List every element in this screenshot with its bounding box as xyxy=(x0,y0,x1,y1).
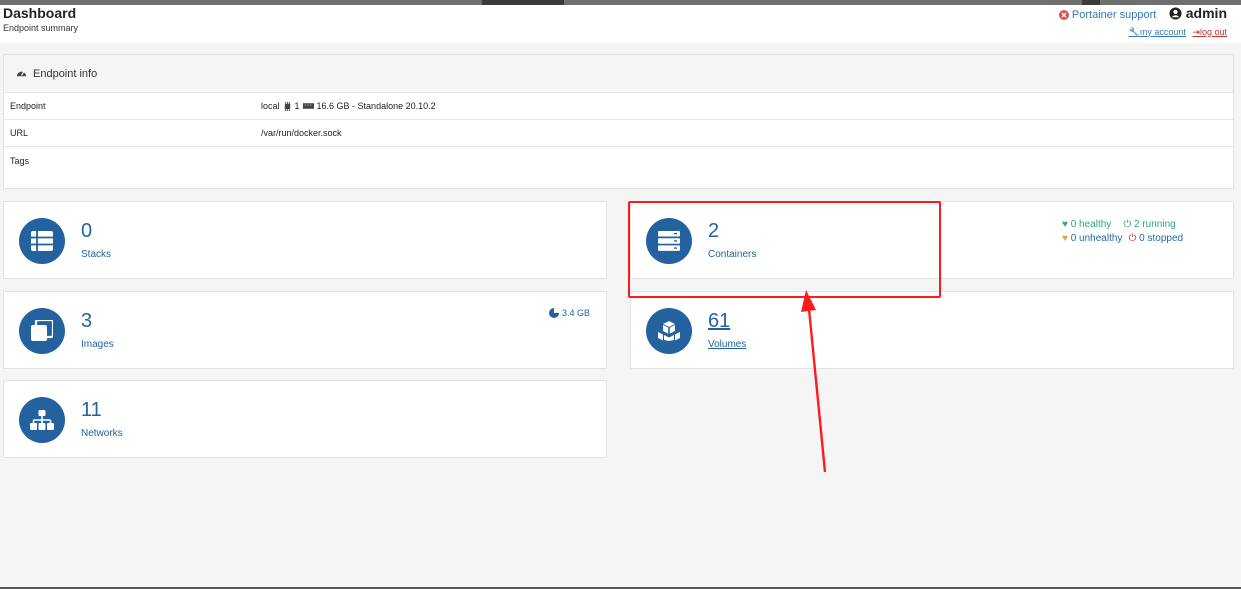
running-label: 2 running xyxy=(1134,219,1176,230)
healthy-status: ♥ 0 healthy xyxy=(1062,218,1111,232)
healthy-label: 0 healthy xyxy=(1070,219,1112,230)
table-row: Tags xyxy=(4,147,1233,174)
stopped-status: ⏻ 0 stopped xyxy=(1128,232,1183,246)
endpoint-info-panel: Endpoint info Endpoint local 1 16.6 GB -… xyxy=(3,54,1234,189)
row-value: local 1 16.6 GB - Standalone 20.10.2 xyxy=(261,101,436,111)
images-size-label: 3.4 GB xyxy=(561,308,590,318)
unhealthy-status: ♥ 0 unhealthy xyxy=(1062,232,1122,246)
endpoint-info-header: Endpoint info xyxy=(4,55,1233,93)
portainer-support-link[interactable]: Portainer support xyxy=(1058,8,1157,21)
account-links: 🔧my account ⇥log out xyxy=(1059,27,1227,38)
container-status-summary: ♥ 0 healthy ⏻ 2 running ♥ 0 unhealthy ⏻ … xyxy=(1062,218,1183,246)
user-circle-icon xyxy=(1169,6,1182,20)
heartbeat-icon: ♥ xyxy=(1062,219,1068,230)
portainer-support-label: Portainer support xyxy=(1071,8,1157,21)
images-card[interactable]: 3 Images 3.4 GB xyxy=(3,291,607,369)
images-count: 3 xyxy=(81,310,93,332)
volumes-count[interactable]: 61 xyxy=(708,310,730,333)
memory-info: 16.6 GB - Standalone 20.10.2 xyxy=(316,101,436,111)
images-icon xyxy=(31,320,53,341)
networks-card[interactable]: 11 Networks xyxy=(3,380,607,458)
stacks-icon-circle xyxy=(19,218,65,264)
volumes-icon-circle xyxy=(646,308,692,354)
pie-chart-icon xyxy=(548,308,559,318)
volumes-label[interactable]: Volumes xyxy=(708,339,746,350)
stacks-card[interactable]: 0 Stacks xyxy=(3,201,607,279)
networks-icon-circle xyxy=(19,397,65,443)
unhealthy-label: 0 unhealthy xyxy=(1070,233,1123,244)
page-subtitle: Endpoint summary xyxy=(3,23,79,33)
header-user-area: Portainer support admin 🔧my account ⇥log… xyxy=(1058,5,1227,38)
stacks-label: Stacks xyxy=(81,249,112,260)
row-key: Tags xyxy=(10,156,30,166)
power-icon: ⏻ xyxy=(1128,233,1137,244)
images-icon-circle xyxy=(19,308,65,354)
page-header: Dashboard Endpoint summary Portainer sup… xyxy=(0,5,1241,43)
cpu-icon xyxy=(284,101,290,111)
user-name-label: admin xyxy=(1185,5,1227,21)
cpu-count: 1 xyxy=(294,101,300,111)
images-size: 3.4 GB xyxy=(548,308,590,318)
page-title: Dashboard xyxy=(3,5,77,21)
portainer-support-icon xyxy=(1058,9,1069,20)
my-account-link[interactable]: 🔧my account xyxy=(1129,27,1186,37)
endpoint-name: local xyxy=(261,101,280,111)
power-icon: ⏻ xyxy=(1123,219,1132,230)
volumes-icon xyxy=(658,321,680,341)
stacks-icon xyxy=(31,231,53,251)
log-out-label: log out xyxy=(1199,26,1227,37)
networks-label: Networks xyxy=(81,428,123,439)
networks-icon xyxy=(30,410,54,430)
user-name: admin xyxy=(1169,5,1227,21)
running-status: ⏻ 2 running xyxy=(1123,218,1175,232)
wrench-icon: 🔧 xyxy=(1128,26,1140,37)
table-row: Endpoint local 1 16.6 GB - Standalone 20… xyxy=(4,93,1233,120)
volumes-card[interactable]: 61 Volumes xyxy=(630,291,1234,369)
row-key: Endpoint xyxy=(10,101,46,111)
tachometer-icon xyxy=(16,71,27,77)
row-key: URL xyxy=(10,128,29,138)
my-account-label: my account xyxy=(1139,26,1186,37)
log-out-link[interactable]: ⇥log out xyxy=(1192,27,1227,37)
networks-count: 11 xyxy=(81,399,102,421)
memory-icon xyxy=(302,103,314,109)
endpoint-info-title: Endpoint info xyxy=(33,67,98,80)
table-row: URL /var/run/docker.sock xyxy=(4,120,1233,147)
sign-out-icon: ⇥ xyxy=(1192,26,1200,37)
highlight-box xyxy=(628,201,941,298)
row-value: /var/run/docker.sock xyxy=(261,128,342,138)
stacks-count: 0 xyxy=(81,220,93,242)
stopped-label: 0 stopped xyxy=(1139,233,1184,244)
images-label: Images xyxy=(81,339,114,350)
heartbeat-icon: ♥ xyxy=(1062,233,1068,244)
